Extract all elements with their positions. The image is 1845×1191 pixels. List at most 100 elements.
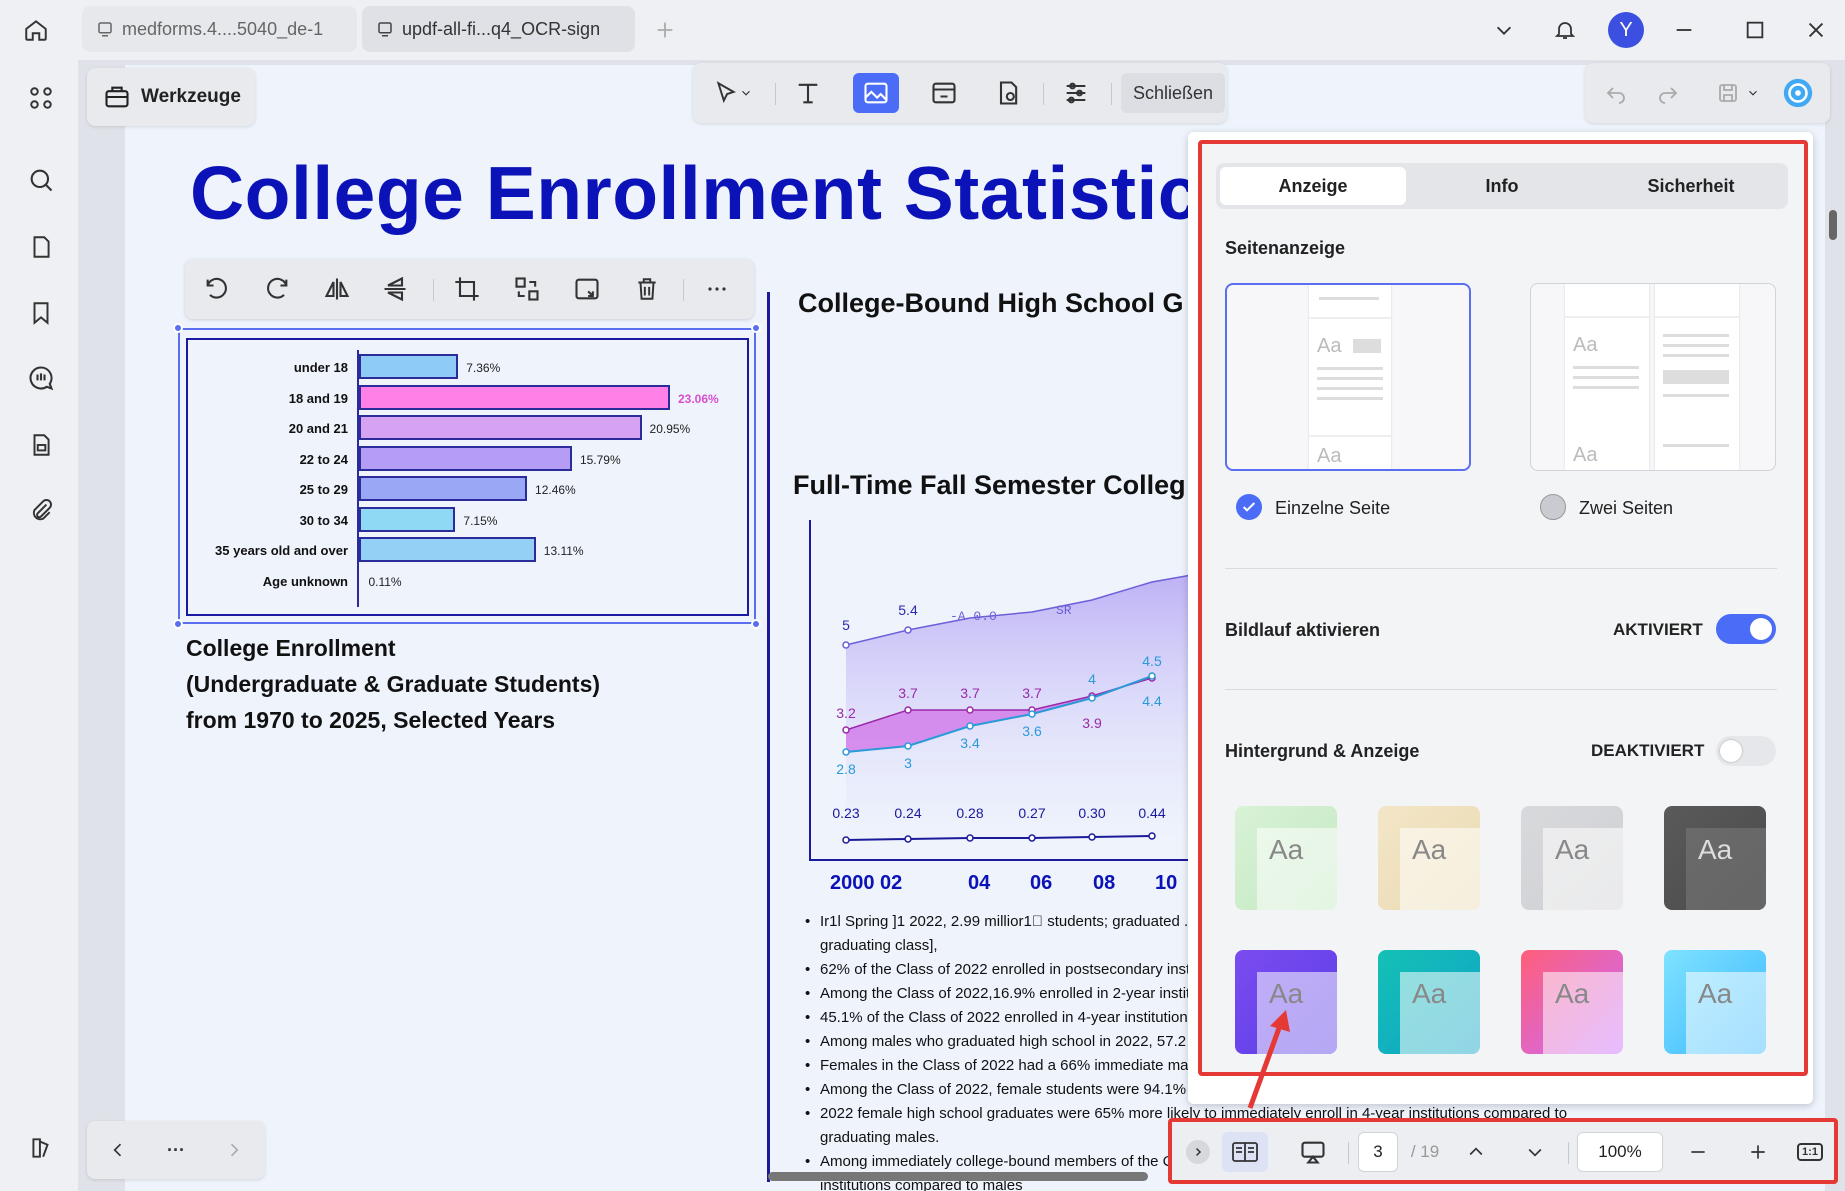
page-number-input[interactable]: 3	[1358, 1132, 1398, 1172]
delete-icon[interactable]	[627, 269, 667, 309]
data-label: 0.44	[1138, 805, 1165, 821]
data-label: 3.7	[960, 685, 980, 701]
rotate-left-icon[interactable]	[197, 269, 237, 309]
rotate-right-icon[interactable]	[257, 269, 297, 309]
form-icon[interactable]	[21, 425, 61, 465]
single-page-label: Einzelne Seite	[1275, 498, 1391, 518]
attachment-icon[interactable]	[21, 490, 61, 530]
image-tool-button[interactable]	[853, 73, 899, 113]
theme-option[interactable]: Aa	[1378, 950, 1480, 1054]
next-page-icon[interactable]	[1515, 1132, 1555, 1172]
presentation-icon[interactable]	[1290, 1132, 1336, 1172]
page-display-icon[interactable]	[1222, 1132, 1268, 1172]
apps-grid-icon[interactable]	[21, 78, 61, 118]
save-options-chevron-icon[interactable]	[1740, 73, 1766, 113]
home-icon[interactable]	[18, 12, 54, 48]
theme-option[interactable]: Aa	[1521, 806, 1623, 910]
actual-size-button[interactable]: 1:1	[1792, 1132, 1828, 1172]
tab-updf-ocr-sign[interactable]: updf-all-fi...q4_OCR-sign	[362, 6, 635, 52]
undo-icon[interactable]	[1593, 73, 1639, 113]
horizontal-scrollbar[interactable]	[768, 1172, 1148, 1181]
x-tick-label: 04	[968, 872, 991, 894]
previous-page-icon[interactable]	[1456, 1132, 1496, 1172]
resize-handle[interactable]	[751, 619, 761, 629]
tab-info[interactable]: Info	[1409, 167, 1595, 205]
link-tool-button[interactable]	[921, 73, 967, 113]
comment-icon[interactable]	[21, 358, 61, 398]
theme-option[interactable]: Aa	[1664, 950, 1766, 1054]
bookmark-icon[interactable]	[21, 293, 61, 333]
single-page-option[interactable]: Aa Aa	[1225, 283, 1471, 471]
chevron-down-icon	[742, 90, 750, 96]
two-pages-option[interactable]: Aa Aa	[1530, 283, 1776, 471]
aa-glyph: Aa	[1573, 334, 1598, 356]
crop-icon[interactable]	[447, 269, 487, 309]
close-edit-button[interactable]: Schließen	[1121, 73, 1225, 113]
zoom-level[interactable]: 100%	[1577, 1132, 1663, 1172]
layers-icon[interactable]	[21, 1128, 61, 1168]
avatar[interactable]: Y	[1608, 12, 1644, 48]
data-point	[1148, 672, 1156, 680]
panel-scrollbar[interactable]	[1829, 210, 1837, 240]
select-tool-button[interactable]	[703, 73, 763, 113]
more-nav-button[interactable]: ···	[159, 1130, 193, 1170]
title-bar: medforms.4....5040_de-1 updf-all-fi...q4…	[0, 0, 1845, 60]
scroll-toggle[interactable]	[1716, 614, 1776, 644]
theme-option[interactable]: Aa	[1235, 806, 1337, 910]
data-label: 3.7	[1022, 685, 1042, 701]
background-status: DEAKTIVIERT	[1591, 741, 1705, 760]
properties-tool-button[interactable]	[1053, 73, 1099, 113]
two-pages-radio[interactable]	[1540, 494, 1566, 520]
expand-chevron-icon[interactable]	[1186, 1140, 1210, 1164]
pages-icon[interactable]	[21, 227, 61, 267]
zoom-out-icon[interactable]	[1678, 1132, 1718, 1172]
close-window-icon[interactable]	[1798, 12, 1834, 48]
data-point	[904, 742, 912, 750]
tab-sicherheit[interactable]: Sicherheit	[1598, 167, 1784, 205]
resize-handle[interactable]	[751, 323, 761, 333]
caption-line: (Undergraduate & Graduate Students)	[186, 671, 601, 697]
tab-anzeige[interactable]: Anzeige	[1220, 167, 1406, 205]
background-toggle[interactable]	[1716, 736, 1776, 766]
text-tool-button[interactable]	[785, 73, 831, 113]
bell-icon[interactable]	[1547, 12, 1583, 48]
search-icon[interactable]	[21, 160, 61, 200]
new-tab-plus-icon[interactable]	[647, 12, 683, 48]
chart-annotation: SR	[1056, 603, 1072, 618]
watermark-tool-button[interactable]	[985, 73, 1031, 113]
data-point	[842, 641, 850, 649]
extract-image-icon[interactable]	[567, 269, 607, 309]
minimize-icon[interactable]	[1666, 12, 1702, 48]
redo-icon[interactable]	[1645, 73, 1691, 113]
single-page-radio[interactable]	[1236, 494, 1262, 520]
resize-handle[interactable]	[173, 619, 183, 629]
replace-image-icon[interactable]	[507, 269, 547, 309]
text-icon	[798, 83, 818, 104]
chevron-left-icon[interactable]	[101, 1130, 135, 1170]
chevron-right-icon[interactable]	[217, 1130, 251, 1170]
theme-option[interactable]: Aa	[1378, 806, 1480, 910]
data-label: 3.6	[1022, 723, 1042, 739]
data-point	[904, 706, 912, 714]
enrollment-area-chart: 5 5.4 3.2 3.7 3.7 3.7 3.9 4.4 2.8 3 3.4 3.6 4 4.5 0.23…	[809, 520, 1220, 861]
x-tick-label: 08	[1093, 872, 1116, 894]
maximize-icon[interactable]	[1737, 12, 1773, 48]
theme-option[interactable]: Aa	[1521, 950, 1623, 1054]
tab-medforms[interactable]: medforms.4....5040_de-1	[82, 6, 357, 52]
tools-button[interactable]: Werkzeuge	[87, 68, 255, 126]
data-point	[966, 722, 974, 730]
resize-handle[interactable]	[173, 323, 183, 333]
flip-vertical-icon[interactable]	[375, 269, 415, 309]
bar-value-label: 15.79%	[579, 452, 621, 467]
bar-category-label: 18 and 19	[288, 390, 348, 406]
ai-assistant-icon[interactable]	[1775, 73, 1821, 113]
zoom-in-icon[interactable]	[1738, 1132, 1778, 1172]
chevron-down-icon[interactable]	[1486, 12, 1522, 48]
flip-horizontal-icon[interactable]	[317, 269, 357, 309]
data-point	[842, 836, 850, 844]
history-toolbar	[1585, 63, 1830, 123]
chart-caption: College Enrollment (Undergraduate & Grad…	[186, 630, 600, 738]
theme-option[interactable]: Aa	[1664, 806, 1766, 910]
more-options-icon[interactable]	[697, 269, 737, 309]
image-edit-toolbar	[185, 259, 754, 319]
